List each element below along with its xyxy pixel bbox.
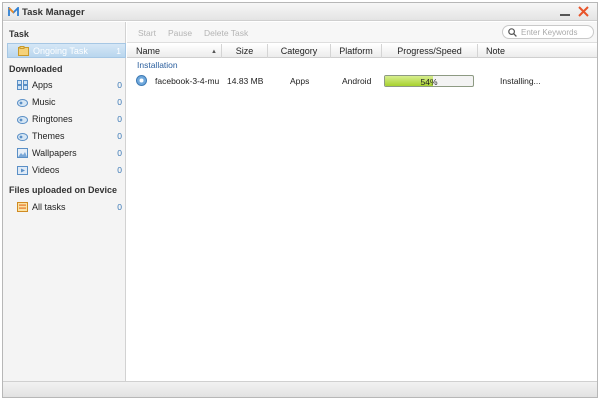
sidebar-item-wallpapers[interactable]: Wallpapers 0 <box>7 146 126 161</box>
sidebar-item-ongoing-task[interactable]: Ongoing Task 1 <box>7 43 126 58</box>
section-title-device: Files uploaded on Device <box>9 185 118 195</box>
sidebar-item-count: 0 <box>117 114 122 124</box>
cell-name: facebook-3-4-mu... <box>155 76 219 86</box>
column-header-name[interactable]: Name ▲ <box>127 44 222 58</box>
sidebar-item-count: 0 <box>117 80 122 90</box>
all-tasks-icon <box>17 202 28 212</box>
app-logo-icon <box>8 7 19 16</box>
toolbar: Start Pause Delete Task <box>127 22 597 43</box>
sidebar-item-label: All tasks <box>32 202 66 212</box>
column-header-category[interactable]: Category <box>268 44 331 58</box>
sidebar-item-label: Ongoing Task <box>33 46 88 56</box>
search-box[interactable] <box>502 25 594 39</box>
window-title: Task Manager <box>22 7 85 18</box>
sidebar-item-count: 0 <box>117 202 122 212</box>
sidebar-item-label: Ringtones <box>32 114 73 124</box>
cell-category: Apps <box>290 76 310 86</box>
sidebar-item-apps[interactable]: Apps 0 <box>7 78 126 93</box>
start-button[interactable]: Start <box>138 28 156 38</box>
column-header-label: Size <box>235 46 254 56</box>
cell-platform: Android <box>342 76 372 86</box>
music-icon <box>17 99 28 107</box>
table-header: Name ▲ Size Category Platform Progress/S… <box>127 44 597 58</box>
status-bar <box>3 381 597 397</box>
table-row[interactable]: facebook-3-4-mu... 14.83 MB Apps Android… <box>127 72 597 89</box>
column-header-label: Progress/Speed <box>397 46 462 56</box>
column-header-progress[interactable]: Progress/Speed <box>382 44 478 58</box>
sidebar-item-music[interactable]: Music 0 <box>7 95 126 110</box>
sidebar-item-label: Music <box>32 97 56 107</box>
column-header-label: Platform <box>339 46 373 56</box>
column-header-platform[interactable]: Platform <box>331 44 382 58</box>
sidebar-item-count: 1 <box>116 46 121 56</box>
sidebar-item-label: Videos <box>32 165 60 175</box>
theme-icon <box>17 133 28 141</box>
sidebar-item-count: 0 <box>117 97 122 107</box>
cell-size: 14.83 MB <box>227 76 264 86</box>
sidebar-item-count: 0 <box>117 165 122 175</box>
close-button[interactable] <box>577 5 590 18</box>
sidebar-item-label: Themes <box>32 131 65 141</box>
section-title-downloaded: Downloaded <box>9 64 63 74</box>
delete-task-button[interactable]: Delete Task <box>204 28 248 38</box>
app-package-icon <box>136 75 147 86</box>
wallpaper-icon <box>17 148 28 158</box>
title-bar: Task Manager <box>3 3 597 21</box>
sidebar-item-count: 0 <box>117 148 122 158</box>
pause-button[interactable]: Pause <box>168 28 192 38</box>
sort-indicator-icon: ▲ <box>211 49 217 55</box>
sidebar-item-ringtones[interactable]: Ringtones 0 <box>7 112 126 127</box>
sidebar-item-all-tasks[interactable]: All tasks 0 <box>7 200 126 215</box>
search-input[interactable] <box>521 27 591 38</box>
sidebar-item-label: Wallpapers <box>32 148 77 158</box>
sidebar-item-label: Apps <box>32 80 53 90</box>
sidebar-item-videos[interactable]: Videos 0 <box>7 163 126 178</box>
search-icon <box>508 28 517 37</box>
section-title-task: Task <box>9 29 29 39</box>
column-header-label: Category <box>280 46 318 56</box>
group-label-installation: Installation <box>137 60 178 70</box>
task-folder-icon <box>18 46 29 56</box>
sidebar: Task Ongoing Task 1 Downloaded Apps 0 Mu… <box>3 22 126 381</box>
apps-grid-icon <box>17 80 28 90</box>
column-header-size[interactable]: Size <box>222 44 268 58</box>
cell-note: Installing... <box>500 76 541 86</box>
progress-bar: 54% <box>384 75 474 87</box>
sidebar-item-themes[interactable]: Themes 0 <box>7 129 126 144</box>
column-header-note[interactable]: Note <box>478 44 597 58</box>
minimize-button[interactable] <box>559 5 571 18</box>
task-manager-window: Task Manager Task Ongoing Task 1 Downloa… <box>2 2 598 398</box>
video-icon <box>17 166 28 175</box>
ringtone-icon <box>17 116 28 124</box>
progress-text: 54% <box>420 77 438 87</box>
sidebar-item-count: 0 <box>117 131 122 141</box>
column-header-label: Note <box>486 46 506 56</box>
